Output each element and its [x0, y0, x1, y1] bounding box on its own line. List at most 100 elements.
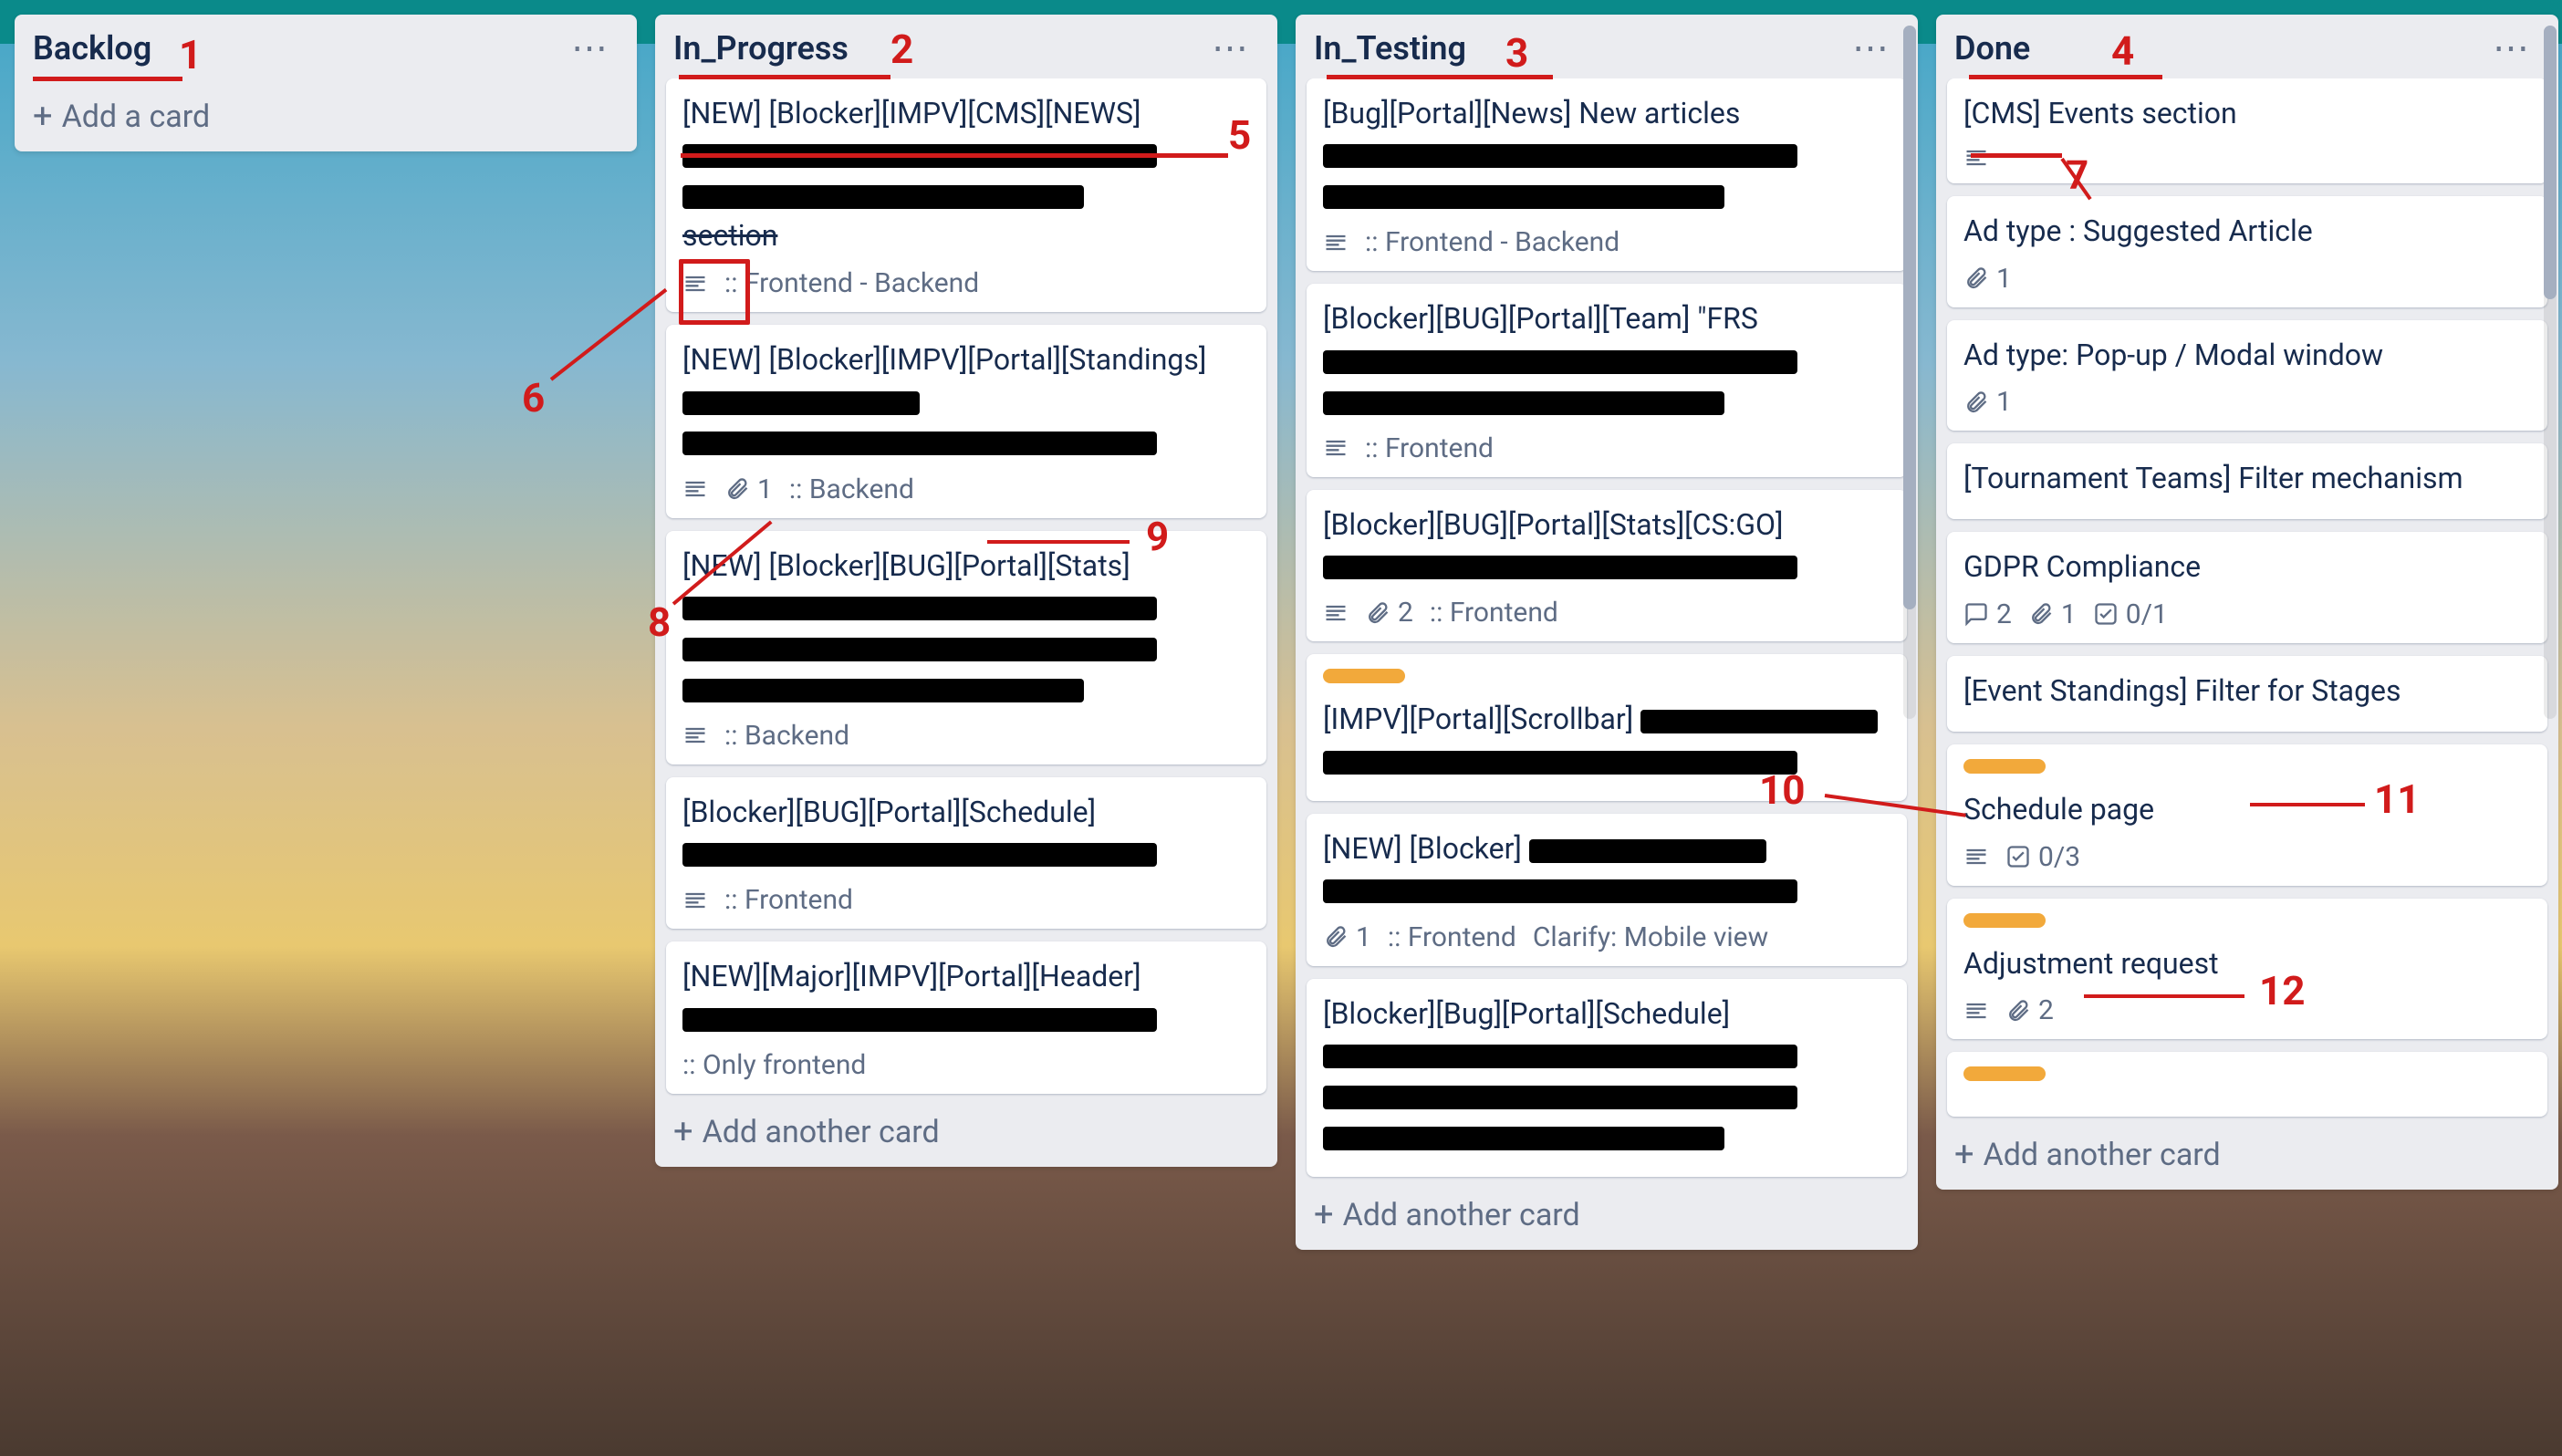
add-card-button[interactable]: + Add a card	[15, 86, 637, 151]
card-title: [NEW][Major][IMPV][Portal][Header]	[682, 956, 1250, 1038]
checklist-icon	[2093, 601, 2119, 627]
card[interactable]: [Blocker][BUG][Portal][Stats][CS:GO]2:: …	[1307, 490, 1907, 642]
card[interactable]: [Blocker][BUG][Portal][Team] "FRS:: Fron…	[1307, 284, 1907, 476]
card-title: Ad type : Suggested Article	[1963, 211, 2531, 252]
paperclip-icon	[2005, 998, 2031, 1024]
paperclip-icon	[1963, 390, 1989, 415]
board: Backlog ⋯ + Add a card In_Progress ⋯ [NEW] [Bl…	[0, 0, 2562, 1456]
attachment-badge: 1	[1323, 921, 1371, 953]
card[interactable]: [Blocker][BUG][Portal][Schedule]:: Front…	[666, 777, 1266, 930]
list-title[interactable]: Done	[1954, 29, 2030, 68]
card-title: [CMS] Events section	[1963, 93, 2531, 134]
cards-container: [NEW] [Blocker][IMPV][CMS][NEWS]section:…	[655, 78, 1277, 1101]
list-title[interactable]: In_Testing	[1314, 29, 1466, 68]
card[interactable]: Adjustment request 2	[1947, 899, 2547, 1040]
card-meta: :: Frontend	[1430, 597, 1558, 629]
card-badges: :: Frontend	[1323, 432, 1890, 464]
paperclip-icon	[724, 476, 750, 502]
plus-icon: +	[1314, 1202, 1334, 1228]
list-menu-icon[interactable]: ⋯	[1204, 36, 1259, 60]
description-icon	[682, 476, 708, 502]
add-card-label: Add a card	[62, 99, 211, 135]
card-label	[1963, 1066, 2046, 1081]
checklist-badge: 0/1	[2093, 598, 2168, 630]
card-badges: 1	[1963, 263, 2531, 295]
add-card-label: Add another card	[1343, 1197, 1580, 1233]
card-label	[1323, 669, 1405, 683]
attachment-badge: 1	[2028, 598, 2077, 630]
card-title: GDPR Compliance	[1963, 546, 2531, 588]
card-title: [Event Standings] Filter for Stages	[1963, 671, 2531, 712]
attachment-badge: 1	[724, 473, 773, 505]
card-badges: 1	[1963, 386, 2531, 418]
card-title: [NEW] [Blocker][IMPV][CMS][NEWS]section	[682, 93, 1250, 256]
scrollbar[interactable]	[2544, 26, 2557, 719]
description-icon	[1963, 844, 1989, 869]
list-done: Done ⋯ [CMS] Events section Ad type : Sugge…	[1936, 15, 2558, 1190]
card-badges: :: Frontend	[682, 884, 1250, 916]
card-meta: :: Backend	[724, 720, 849, 752]
list-menu-icon[interactable]: ⋯	[1845, 36, 1900, 60]
description-icon	[1963, 998, 1989, 1024]
card-badges: :: Backend	[682, 720, 1250, 752]
card[interactable]: [NEW] [Blocker][BUG][Portal][Stats]:: Ba…	[666, 531, 1266, 764]
description-icon	[1323, 230, 1349, 255]
card-meta: :: Frontend	[1388, 921, 1516, 953]
list-title[interactable]: Backlog	[33, 29, 151, 68]
card-title: Schedule page	[1963, 789, 2531, 830]
add-card-button[interactable]: + Add another card	[655, 1101, 1277, 1167]
card[interactable]: [Blocker][Bug][Portal][Schedule]	[1307, 979, 1907, 1177]
list-menu-icon[interactable]: ⋯	[564, 36, 619, 60]
card-meta-secondary: Clarify: Mobile view	[1533, 921, 1768, 953]
card-meta: :: Frontend	[724, 884, 853, 916]
card[interactable]: [Bug][Portal][News] New articles:: Front…	[1307, 78, 1907, 271]
card-badges: :: Only frontend	[682, 1049, 1250, 1081]
card-meta: :: Frontend - Backend	[1365, 226, 1619, 258]
card[interactable]: [NEW] [Blocker] 1:: FrontendClarify: Mob…	[1307, 814, 1907, 966]
card[interactable]	[1947, 1052, 2547, 1117]
card-badges: :: Frontend - Backend	[1323, 226, 1890, 258]
description-icon	[682, 723, 708, 748]
card-meta: :: Frontend	[1365, 432, 1494, 464]
card-title: [Blocker][BUG][Portal][Team] "FRS	[1323, 298, 1890, 421]
plus-icon: +	[33, 104, 53, 130]
attachment-badge: 1	[1963, 263, 2012, 295]
card[interactable]: GDPR Compliance210/1	[1947, 532, 2547, 643]
card[interactable]: [NEW][Major][IMPV][Portal][Header]:: Onl…	[666, 941, 1266, 1094]
card-title: [NEW] [Blocker][BUG][Portal][Stats]	[682, 546, 1250, 709]
card[interactable]: [Event Standings] Filter for Stages	[1947, 656, 2547, 732]
card[interactable]: [NEW] [Blocker][IMPV][Portal][Standings]…	[666, 325, 1266, 517]
card[interactable]: Schedule page 0/3	[1947, 744, 2547, 886]
card-badges: 210/1	[1963, 598, 2531, 630]
card[interactable]: [Tournament Teams] Filter mechanism	[1947, 443, 2547, 519]
plus-icon: +	[673, 1119, 693, 1145]
card[interactable]: [IMPV][Portal][Scrollbar]	[1307, 654, 1907, 801]
card-title: [Bug][Portal][News] New articles	[1323, 93, 1890, 215]
list-menu-icon[interactable]: ⋯	[2485, 36, 2540, 60]
paperclip-icon	[1365, 600, 1390, 626]
add-card-button[interactable]: + Add another card	[1296, 1184, 1918, 1250]
description-icon	[1963, 145, 1989, 171]
paperclip-icon	[1963, 265, 1989, 291]
description-icon	[1323, 600, 1349, 626]
list-title[interactable]: In_Progress	[673, 29, 849, 68]
description-icon	[1323, 435, 1349, 461]
list-backlog: Backlog ⋯ + Add a card	[15, 15, 637, 151]
card-title: Adjustment request	[1963, 943, 2531, 984]
add-card-button[interactable]: +Add another card	[1936, 1124, 2558, 1190]
card[interactable]: Ad type : Suggested Article 1	[1947, 196, 2547, 307]
card[interactable]: [CMS] Events section	[1947, 78, 2547, 183]
add-card-label: Add another card	[1984, 1137, 2221, 1173]
cards-container	[15, 78, 637, 86]
scrollbar[interactable]	[1903, 26, 1916, 719]
card-badges: :: Frontend - Backend	[682, 267, 1250, 299]
card[interactable]: Ad type: Pop-up / Modal window1	[1947, 320, 2547, 432]
card[interactable]: [NEW] [Blocker][IMPV][CMS][NEWS]section:…	[666, 78, 1266, 312]
add-card-label: Add another card	[703, 1114, 940, 1150]
attachment-badge: 2	[2005, 994, 2054, 1026]
card-title: [Blocker][BUG][Portal][Schedule]	[682, 792, 1250, 874]
card-meta: :: Only frontend	[682, 1049, 866, 1081]
checklist-badge: 0/3	[2005, 841, 2080, 873]
attachment-badge: 2	[1365, 597, 1413, 629]
list-in_testing: In_Testing ⋯ [Bug][Portal][News] New artic…	[1296, 15, 1918, 1250]
